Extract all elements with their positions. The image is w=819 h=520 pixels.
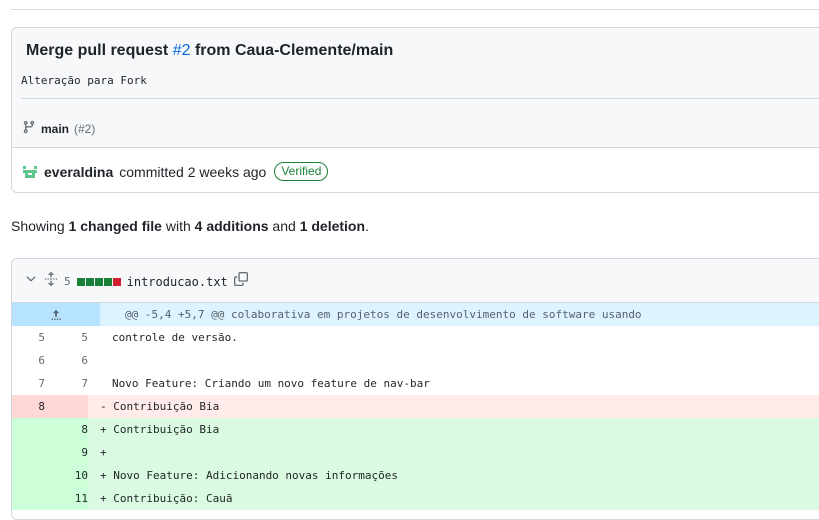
commit-box: Merge pull request #2 from Caua-Clemente… — [11, 27, 819, 193]
old-line-number[interactable] — [12, 418, 45, 441]
commit-title-suffix: from Caua-Clemente/main — [190, 42, 394, 59]
hunk-header: @@ -5,4 +5,7 @@ colaborativa em projetos… — [125, 308, 642, 321]
summary-and: and — [268, 218, 300, 234]
summary-files: 1 changed file — [68, 218, 162, 234]
branch-info: main (#2) — [22, 120, 95, 137]
new-line-number[interactable]: 11 — [45, 487, 88, 510]
new-line-number[interactable]: 8 — [45, 418, 88, 441]
file-header: 5 introducao.txt — [12, 259, 819, 303]
code-line: + Novo Feature: Adicionando novas inform… — [100, 469, 399, 482]
diff-rows: @@ -5,4 +5,7 @@ colaborativa em projetos… — [12, 303, 819, 510]
old-line-number[interactable]: 8 — [12, 395, 45, 418]
new-line-number[interactable]: 5 — [45, 326, 88, 349]
chevron-down-icon[interactable] — [24, 272, 38, 291]
hunk-row: @@ -5,4 +5,7 @@ colaborativa em projetos… — [12, 303, 819, 326]
committed-time: committed 2 weeks ago — [119, 163, 267, 180]
code-line: controle de versão. — [112, 331, 238, 344]
new-line-number[interactable]: 7 — [45, 372, 88, 395]
commit-author[interactable]: everaldina — [44, 164, 113, 180]
old-line-number[interactable] — [12, 441, 45, 464]
diff-line-addition: 10 + Novo Feature: Adicionando novas info… — [12, 464, 819, 487]
code-line: Novo Feature: Criando um novo feature de… — [112, 377, 430, 390]
pr-link[interactable]: #2 — [173, 42, 191, 59]
diffstat-square — [76, 277, 85, 286]
diff-line: 66 — [12, 349, 819, 372]
code-line: + Contribuição Bia — [100, 423, 220, 436]
diff-line: 5 5 controle de versão. — [12, 326, 819, 349]
copy-icon[interactable] — [233, 272, 248, 291]
avatar[interactable] — [22, 163, 38, 180]
commit-title: Merge pull request #2 from Caua-Clemente… — [26, 42, 393, 60]
diff-line-addition: 9 + — [12, 441, 819, 464]
commit-description: Alteração para Fork — [21, 74, 147, 87]
diffstat-square — [112, 277, 121, 286]
diffstat-square — [94, 277, 103, 286]
new-line-number[interactable]: 9 — [45, 441, 88, 464]
change-count: 5 — [64, 275, 71, 288]
summary-deletions: 1 deletion — [299, 218, 366, 234]
diffstat-square — [85, 277, 94, 286]
new-line-number[interactable] — [45, 395, 88, 418]
expand-up-button[interactable] — [12, 303, 100, 326]
verified-badge[interactable]: Verified — [274, 162, 329, 181]
branch-pr-ref[interactable]: (#2) — [74, 122, 95, 136]
diffstat-square — [103, 277, 112, 286]
summary-additions: 4 additions — [194, 218, 269, 234]
file-name[interactable]: introducao.txt — [127, 275, 228, 289]
diff-summary: Showing 1 changed file with 4 additions … — [11, 218, 369, 234]
diff-line-addition: 11 + Contribuição: Cauã — [12, 487, 819, 510]
git-branch-icon — [22, 120, 36, 137]
code-line: + Contribuição: Cauã — [100, 492, 233, 505]
diffstat-bar — [76, 277, 121, 286]
top-divider — [11, 9, 819, 10]
file-diff: 5 introducao.txt @@ -5,4 +5,7 @@ colabor… — [11, 258, 819, 520]
summary-end: . — [365, 218, 369, 234]
new-line-number[interactable]: 10 — [45, 464, 88, 487]
code-line: - Contribuição Bia — [100, 400, 220, 413]
old-line-number[interactable] — [12, 487, 45, 510]
code-line: + — [100, 446, 107, 459]
old-line-number[interactable]: 6 — [12, 349, 45, 372]
diff-line-addition: 8 + Contribuição Bia — [12, 418, 819, 441]
unfold-icon[interactable] — [44, 272, 58, 291]
summary-prefix: Showing — [11, 218, 69, 234]
diff-line: 7 7 Novo Feature: Criando um novo feature … — [12, 372, 819, 395]
old-line-number[interactable] — [12, 464, 45, 487]
new-line-number[interactable]: 6 — [45, 349, 88, 372]
commit-divider — [21, 98, 819, 99]
author-row: everaldina committed 2 weeks ago Verifie… — [12, 147, 819, 192]
summary-with: with — [161, 218, 195, 234]
commit-title-prefix: Merge pull request — [26, 42, 173, 59]
diff-line-deletion: 8 - Contribuição Bia — [12, 395, 819, 418]
old-line-number[interactable]: 5 — [12, 326, 45, 349]
branch-name[interactable]: main — [41, 122, 69, 136]
old-line-number[interactable]: 7 — [12, 372, 45, 395]
